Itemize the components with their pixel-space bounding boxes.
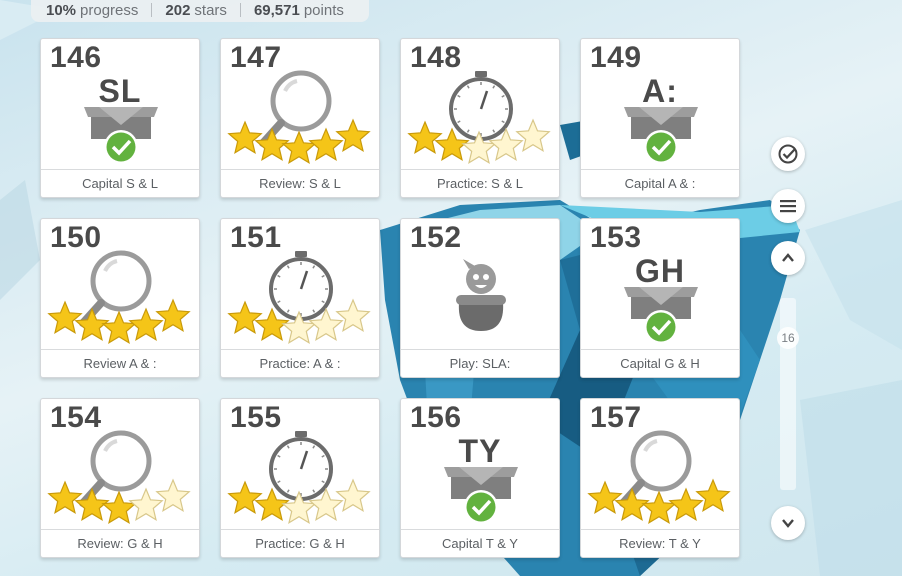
star-filled-icon: [101, 310, 137, 345]
lesson-label: Play: SLA:: [401, 349, 559, 377]
lesson-card-146[interactable]: 146 SL Capital S & L: [40, 38, 200, 198]
divider: [239, 3, 241, 17]
star-filled-icon: [227, 300, 263, 335]
lesson-label: Capital A & :: [581, 169, 739, 197]
lesson-number: 146: [50, 41, 102, 74]
lesson-number: 148: [410, 41, 462, 74]
stopwatch-icon: [269, 431, 333, 501]
lesson-card-148[interactable]: 148 Practice: S & L: [400, 38, 560, 198]
scroll-up-button[interactable]: [771, 241, 805, 275]
lesson-number: 157: [590, 401, 642, 434]
checkmark-icon: [644, 130, 678, 164]
lesson-card-147[interactable]: 147 Review: S & L: [220, 38, 380, 198]
star-filled-icon: [695, 478, 731, 513]
lesson-label: Review: G & H: [41, 529, 199, 557]
check-progress-button[interactable]: [771, 137, 805, 171]
star-empty-icon: [335, 298, 371, 333]
star-filled-icon: [668, 487, 704, 522]
lesson-number: 151: [230, 221, 282, 254]
checkmark-icon: [644, 310, 678, 344]
star-filled-icon: [308, 127, 344, 162]
star-filled-icon: [47, 300, 83, 335]
star-filled-icon: [335, 118, 371, 153]
lesson-number: 152: [410, 221, 462, 254]
lesson-card-149[interactable]: 149 A: Capital A & :: [580, 38, 740, 198]
lesson-label: Review A & :: [41, 349, 199, 377]
star-empty-icon: [335, 478, 371, 513]
checkmark-icon: [104, 130, 138, 164]
lesson-number: 149: [590, 41, 642, 74]
star-filled-icon: [128, 307, 164, 342]
lesson-label: Practice: S & L: [401, 169, 559, 197]
lesson-letters: GH: [635, 253, 685, 289]
star-empty-icon: [515, 118, 551, 153]
lesson-label: Capital S & L: [41, 169, 199, 197]
lesson-card-150[interactable]: 150 Review A & :: [40, 218, 200, 378]
chevron-down-icon: [782, 519, 794, 528]
divider: [151, 3, 153, 17]
lesson-label: Capital T & Y: [401, 529, 559, 557]
lesson-letters: TY: [458, 433, 502, 469]
checkmark-icon: [464, 490, 498, 524]
lesson-number: 155: [230, 401, 282, 434]
scroll-down-button[interactable]: [771, 506, 805, 540]
stopwatch-icon: [269, 251, 333, 321]
star-empty-icon: [128, 487, 164, 522]
lesson-card-152[interactable]: 152 Play: SLA:: [400, 218, 560, 378]
lesson-card-153[interactable]: 153 GH Capital G & H: [580, 218, 740, 378]
lesson-label: Capital G & H: [581, 349, 739, 377]
lesson-card-157[interactable]: 157 Review: T & Y: [580, 398, 740, 558]
star-filled-icon: [47, 480, 83, 515]
progress-label: progress: [80, 1, 139, 19]
lesson-number: 153: [590, 221, 642, 254]
lesson-card-151[interactable]: 151 Practice: A & :: [220, 218, 380, 378]
lesson-number: 147: [230, 41, 282, 74]
star-filled-icon: [227, 120, 263, 155]
stats-bar: 10% progress 202 stars 69,571 points: [31, 0, 369, 22]
star-filled-icon: [281, 130, 317, 165]
lesson-number: 154: [50, 401, 102, 434]
menu-button[interactable]: [771, 189, 805, 223]
chevron-up-icon: [782, 253, 794, 262]
stopwatch-icon: [449, 71, 513, 141]
progress-value: 10%: [46, 1, 77, 19]
star-filled-icon: [227, 480, 263, 515]
stars-label: stars: [194, 1, 227, 19]
star-filled-icon: [155, 298, 191, 333]
lesson-card-154[interactable]: 154 Review: G & H: [40, 398, 200, 558]
mascot-pot-icon: [456, 259, 506, 331]
lesson-label: Review: S & L: [221, 169, 379, 197]
lesson-label: Review: T & Y: [581, 529, 739, 557]
lesson-letters: A:: [642, 73, 678, 109]
lesson-number: 150: [50, 221, 102, 254]
star-filled-icon: [407, 120, 443, 155]
menu-icon: [780, 200, 796, 213]
points-value: 69,571: [253, 1, 300, 19]
lesson-card-155[interactable]: 155 Practice: G & H: [220, 398, 380, 558]
check-circle-icon: [778, 144, 798, 164]
star-filled-icon: [101, 490, 137, 525]
scroll-page-indicator[interactable]: 16: [777, 327, 799, 349]
lesson-card-156[interactable]: 156 TY Capital T & Y: [400, 398, 560, 558]
lesson-number: 156: [410, 401, 462, 434]
star-filled-icon: [587, 480, 623, 515]
star-filled-icon: [641, 490, 677, 525]
star-empty-icon: [155, 478, 191, 513]
stars-value: 202: [165, 1, 191, 19]
lesson-label: Practice: G & H: [221, 529, 379, 557]
lesson-label: Practice: A & :: [221, 349, 379, 377]
lesson-letters: SL: [98, 73, 142, 109]
points-label: points: [303, 1, 344, 19]
